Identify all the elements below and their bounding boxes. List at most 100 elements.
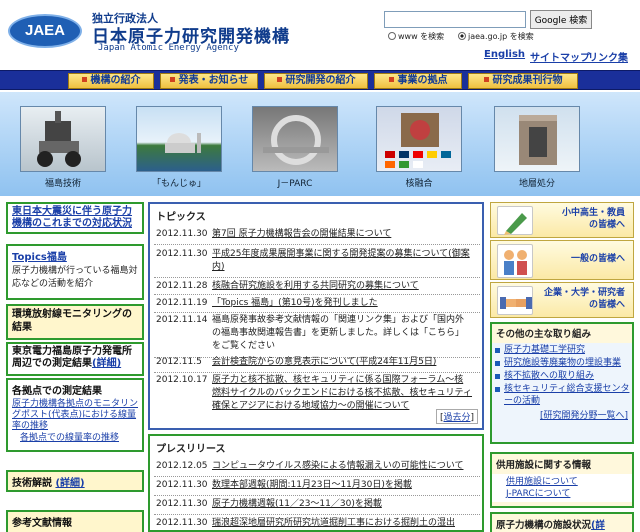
tech-explanation-title: 技術解説 (詳細) (12, 478, 85, 489)
radio-search-www[interactable]: www を検索 (388, 31, 444, 42)
caption-fusion: 核融合 (405, 179, 433, 189)
other-activity-link[interactable]: 核不拡散への取り組み (492, 370, 632, 382)
earthquake-response-box[interactable]: 東日本大震災に伴う原子力機構のこれまでの対応状況 (6, 202, 144, 234)
research-fields-link[interactable]: [研究開発分野一覧へ] (492, 408, 632, 421)
facility-status-title: 原子力機構の施設状況(詳 (496, 520, 605, 531)
jparc-link[interactable]: J-PARCについて (492, 488, 632, 500)
topics-panel: トピックス 2012.11.30 第7回 原子力機構報告会の開催結果について 2… (148, 202, 484, 430)
divider (154, 312, 480, 313)
press-title: プレスリリース (156, 444, 226, 455)
press-row: 2012.11.30 瑞浪超深地層研究所研究坑道掘削工事における掘削土の湿出 (156, 517, 476, 531)
business-academia-button[interactable]: 企業・大学・研究者 の皆様へ (490, 282, 634, 318)
link-sitemap[interactable]: サイトマップ (530, 49, 590, 64)
facility-link[interactable]: 供用施設について (492, 476, 632, 488)
site-dose-link[interactable]: 各拠点での線量率の推移 (20, 433, 138, 444)
link-links[interactable]: リンク集 (588, 49, 628, 64)
topic-row: 2012.11.14 福島原発事故参考文献情報の「関連リンク集」および「国内外の… (156, 314, 476, 356)
topic-text[interactable]: 福島原発事故参考文献情報の「関連リンク集」および「国内外の福島事故関連報告書」を… (212, 314, 472, 353)
divider (154, 277, 480, 278)
jaea-logo[interactable]: JAEA (8, 12, 84, 52)
photo-disposal[interactable] (494, 106, 580, 172)
press-link[interactable]: コンピュータウイルス感染による情報漏えいの可能性について (212, 460, 472, 473)
radio-selected-icon (458, 32, 466, 40)
topic-link[interactable]: 平成25年度成果展開事業に関する開発提案の募集について(御案内) (212, 248, 472, 274)
topic-link[interactable]: 原子力と核不拡散、核セキュリティに係る国際フォーラム～核燃料サイクルのバックエン… (212, 374, 472, 413)
divider (154, 372, 480, 373)
site-measurement-title: 各拠点での測定結果 (12, 386, 102, 397)
nav-research[interactable]: 研究開発の紹介 (264, 73, 368, 89)
press-link[interactable]: 数理本部週報(期間:11月23日～11月30日)を掲載 (212, 479, 472, 492)
other-activity-link[interactable]: 原子力基礎工学研究 (492, 344, 632, 356)
org-english-name: Japan Atomic Energy Agency (98, 43, 239, 53)
topic-link[interactable]: 会計検査院からの意見表示について(平成24年11月5日) (212, 356, 472, 369)
fukushima-measurement-box: 東京電力福島原子力発電所周辺での測定結果(詳細) (6, 342, 144, 376)
past-topics-link[interactable]: [過去分] (435, 409, 478, 424)
topic-row: 2012.11.19 「Topics 福島」(第10号)を発刊しました (156, 297, 476, 311)
caption-jparc: J－PARC (277, 179, 313, 189)
press-link[interactable]: 瑞浪超深地層研究所研究坑道掘削工事における掘削土の湿出 (212, 517, 472, 530)
bullet-icon (276, 77, 282, 82)
other-activity-link[interactable]: 研究施設等廃棄物の埋設事業 (492, 357, 632, 369)
tech-explanation-box: 技術解説 (詳細) (6, 470, 144, 492)
topics-fukushima-link[interactable]: Topics福島 (8, 246, 142, 265)
topic-row: 2012.11.30 平成25年度成果展開事業に関する開発提案の募集について(御… (156, 248, 476, 276)
press-release-panel: プレスリリース 2012.12.05 コンピュータウイルス感染による情報漏えいの… (148, 434, 484, 532)
pencil-icon (497, 206, 533, 235)
divider (154, 244, 480, 245)
other-activity-link[interactable]: 核セキュリティ総合支援センターの活動 (492, 383, 632, 407)
facility-status-link[interactable]: (詳 (591, 520, 605, 531)
topic-link[interactable]: 第7回 原子力機構報告会の開催結果について (212, 228, 472, 241)
photo-fukushima[interactable] (20, 106, 106, 172)
nav-sites[interactable]: 事業の拠点 (374, 73, 462, 89)
link-english[interactable]: English (484, 49, 525, 60)
monitoring-box: 環境放射線モニタリングの結果 (6, 304, 144, 340)
bullet-icon (483, 77, 489, 82)
search-input[interactable] (384, 11, 526, 28)
other-activities-title: その他の主な取り組み (492, 324, 632, 343)
topics-fukushima-box: Topics福島 原子力機構が行っている福島対応などの活動を紹介 (6, 244, 144, 300)
logo-text: JAEA (24, 22, 65, 39)
tech-explanation-link[interactable]: (詳細) (55, 478, 84, 489)
fukushima-measurement-detail-link[interactable]: (詳細) (92, 358, 121, 369)
topic-link[interactable]: 「Topics 福島」(第10号)を発刊しました (212, 297, 472, 310)
topics-title: トピックス (156, 212, 206, 223)
references-title: 参考文献情報 (12, 518, 72, 529)
main-nav: 機構の紹介 発表・お知らせ 研究開発の紹介 事業の拠点 研究成果刊行物 (0, 70, 640, 90)
caption-disposal: 地層処分 (518, 179, 555, 189)
radio-search-site[interactable]: jaea.go.jp を検索 (458, 31, 534, 42)
topic-row: 2012.11.28 核融合研究施設を利用する共同研究の募集について (156, 280, 476, 294)
divider (154, 514, 480, 515)
press-link[interactable]: 原子力機構週報(11／23～11／30)を掲載 (212, 498, 472, 511)
monitoring-post-link[interactable]: 原子力機構各拠点のモニタリングポスト(代表点)における線量率の推移 (12, 399, 138, 432)
facility-status-box: 原子力機構の施設状況(詳 (490, 512, 634, 532)
references-box: 参考文献情報 (6, 510, 144, 532)
press-row: 2012.11.30 数理本部週報(期間:11月23日～11月30日)を掲載 (156, 479, 476, 493)
caption-monju: 「もんじゅ」 (151, 179, 206, 189)
bullet-icon (169, 77, 175, 82)
monitoring-title: 環境放射線モニタリングの結果 (12, 309, 132, 333)
students-teachers-button[interactable]: 小中高生・教員 の皆様へ (490, 202, 634, 238)
bullet-icon (81, 77, 87, 82)
divider (154, 294, 480, 295)
handshake-icon (497, 286, 533, 315)
bullet-icon (388, 77, 394, 82)
nav-publications[interactable]: 研究成果刊行物 (468, 73, 578, 89)
photo-fusion[interactable] (376, 106, 462, 172)
geological-disposal-image (519, 115, 557, 165)
divider (154, 476, 480, 477)
photo-monju[interactable] (136, 106, 222, 172)
earthquake-response-link[interactable]: 東日本大震災に伴う原子力機構のこれまでの対応状況 (8, 204, 142, 232)
nav-about[interactable]: 機構の紹介 (68, 73, 154, 89)
fusion-reactor-image (385, 113, 451, 168)
topic-link[interactable]: 核融合研究施設を利用する共同研究の募集について (212, 280, 472, 293)
google-search-button[interactable]: Google 検索 (530, 10, 592, 29)
facility-info-box: 供用施設に関する情報 供用施設について J-PARCについて (490, 452, 634, 508)
general-public-button[interactable]: 一般の皆様へ (490, 240, 634, 280)
topics-fukushima-desc: 原子力機構が行っている福島対応などの活動を紹介 (12, 266, 138, 289)
caption-fukushima: 福島技術 (44, 179, 81, 189)
nav-news[interactable]: 発表・お知らせ (160, 73, 258, 89)
other-activities-box: その他の主な取り組み 原子力基礎工学研究 研究施設等廃棄物の埋設事業 核不拡散へ… (490, 322, 634, 444)
fukushima-measurement-title: 東京電力福島原子力発電所周辺での測定結果(詳細) (12, 346, 132, 369)
photo-jparc[interactable] (252, 106, 338, 172)
divider (154, 495, 480, 496)
